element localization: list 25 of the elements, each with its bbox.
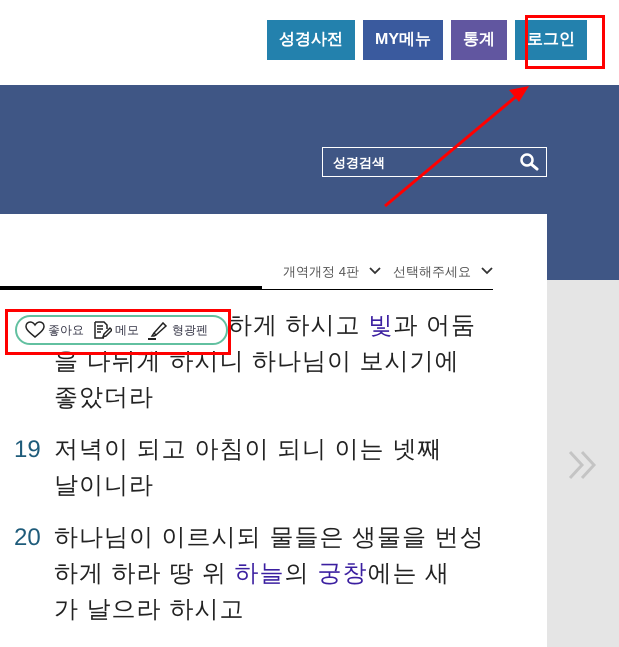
- version-select[interactable]: 개역개정 4판: [283, 262, 381, 281]
- verse-text: 날이니라: [54, 471, 154, 501]
- note-pencil-icon: [92, 320, 112, 340]
- marker-pen-icon: [147, 320, 169, 340]
- header-button[interactable]: 통계: [451, 20, 507, 60]
- verse-text: 하나님이 이르시되 물들은 생물을 번성: [54, 523, 485, 553]
- verse-text: 저녁이 되고 아침이 되니 이는 넷째: [54, 435, 442, 465]
- version-select[interactable]: 선택해주세요: [393, 262, 493, 281]
- popup-action[interactable]: 메모: [92, 320, 139, 340]
- search-icon[interactable]: [519, 152, 539, 172]
- search-field[interactable]: 성경검색: [322, 147, 547, 177]
- chevron-down-icon: [369, 267, 381, 276]
- heart-icon: [25, 321, 45, 339]
- verse-text: 가 날으라 하시고: [54, 595, 244, 625]
- chevron-down-icon: [481, 267, 493, 276]
- popup-action[interactable]: 좋아요: [25, 321, 84, 339]
- verse-text: 좋았더라: [54, 383, 154, 413]
- header-button[interactable]: 로그인: [515, 20, 587, 60]
- verse-text: 하게 하시고 빛과 어둠: [228, 311, 476, 341]
- verse-number: 19: [14, 436, 41, 463]
- popup-action[interactable]: 형광펜: [147, 320, 208, 340]
- header-button[interactable]: MY메뉴: [363, 20, 443, 60]
- verse-number: 20: [14, 524, 41, 551]
- header-button[interactable]: 성경사전: [267, 20, 355, 60]
- verse-text: 하게 하라 땅 위 하늘의 궁창에는 새: [54, 559, 450, 589]
